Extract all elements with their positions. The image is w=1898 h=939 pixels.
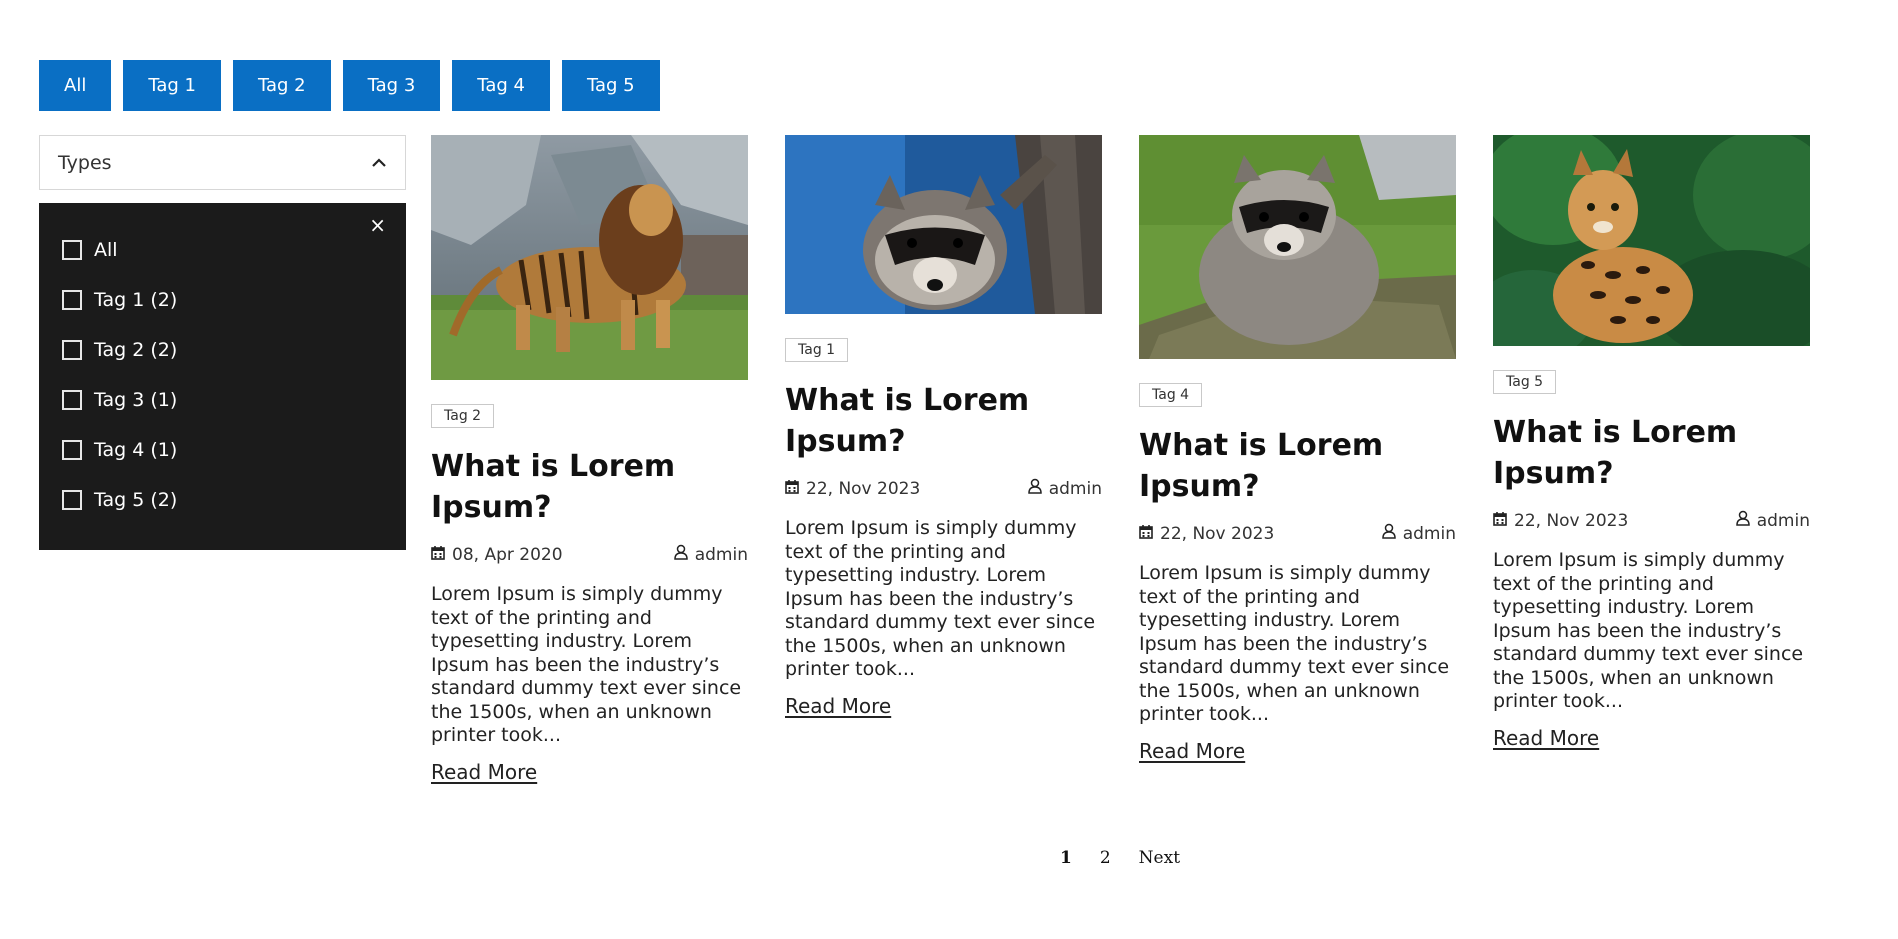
post-tag-badge[interactable]: Tag 2 xyxy=(431,404,495,428)
post-tag-badge[interactable]: Tag 5 xyxy=(1493,370,1557,394)
post-author[interactable]: admin xyxy=(1381,523,1456,544)
filter-option-label: Tag 1 (2) xyxy=(94,289,178,311)
filter-option-label: Tag 2 (2) xyxy=(94,339,178,361)
calendar-icon xyxy=(785,479,799,499)
user-icon xyxy=(1735,510,1750,531)
post-author-text: admin xyxy=(1756,510,1810,531)
post-author-text: admin xyxy=(1402,523,1456,544)
tag-button-3[interactable]: Tag 3 xyxy=(342,60,441,111)
pagination: 1 2 Next xyxy=(1060,848,1180,868)
types-filter-panel: × All Tag 1 (2) Tag 2 (2) Tag 3 (1) Tag … xyxy=(39,203,406,550)
post-excerpt: Lorem Ipsum is simply dummy text of the … xyxy=(431,583,742,746)
post-meta: 08, Apr 2020 admin xyxy=(431,544,748,565)
post-card: Tag 5 What is Lorem Ipsum? 22, Nov 2023 a… xyxy=(1493,135,1810,750)
filter-option-tag-5[interactable]: Tag 5 (2) xyxy=(62,475,406,525)
post-title-line-2: Ipsum? xyxy=(431,490,552,525)
read-more-link[interactable]: Read More xyxy=(431,760,537,784)
tag-filter-bar: All Tag 1 Tag 2 Tag 3 Tag 4 Tag 5 xyxy=(39,60,660,111)
filter-option-all[interactable]: All xyxy=(62,225,406,275)
page-1-link[interactable]: 1 xyxy=(1060,848,1072,868)
checkbox[interactable] xyxy=(62,440,82,460)
post-tag-badge[interactable]: Tag 1 xyxy=(785,338,849,362)
post-meta: 22, Nov 2023 admin xyxy=(1493,510,1810,531)
post-date: 22, Nov 2023 xyxy=(1493,511,1628,531)
post-meta: 22, Nov 2023 admin xyxy=(1139,523,1456,544)
filter-option-tag-2[interactable]: Tag 2 (2) xyxy=(62,325,406,375)
post-title-line-2: Ipsum? xyxy=(1493,456,1614,491)
read-more-link[interactable]: Read More xyxy=(785,694,891,718)
post-excerpt: Lorem Ipsum is simply dummy text of the … xyxy=(1493,549,1804,712)
post-excerpt: Lorem Ipsum is simply dummy text of the … xyxy=(1139,562,1450,725)
post-card: Tag 2 What is Lorem Ipsum? 08, Apr 2020 a… xyxy=(431,135,748,784)
post-author[interactable]: admin xyxy=(1027,478,1102,499)
next-page-link[interactable]: Next xyxy=(1139,848,1180,868)
checkbox[interactable] xyxy=(62,490,82,510)
tag-button-5[interactable]: Tag 5 xyxy=(561,60,660,111)
post-meta: 22, Nov 2023 admin xyxy=(785,478,1102,499)
post-image[interactable] xyxy=(1493,135,1810,346)
post-title[interactable]: What is Lorem Ipsum? xyxy=(785,380,1102,462)
post-card: Tag 1 What is Lorem Ipsum? 22, Nov 2023 a… xyxy=(785,135,1102,718)
checkbox[interactable] xyxy=(62,240,82,260)
read-more-link[interactable]: Read More xyxy=(1139,739,1245,763)
post-title-line-1: What is Lorem xyxy=(785,383,1030,418)
post-title-line-2: Ipsum? xyxy=(785,424,906,459)
checkbox[interactable] xyxy=(62,390,82,410)
tag-button-all[interactable]: All xyxy=(39,60,112,111)
filter-option-label: Tag 4 (1) xyxy=(94,439,178,461)
post-title-line-1: What is Lorem xyxy=(431,449,676,484)
types-dropdown-label: Types xyxy=(58,151,112,174)
post-date-text: 08, Apr 2020 xyxy=(452,544,563,565)
filter-option-label: Tag 5 (2) xyxy=(94,489,178,511)
post-author-text: admin xyxy=(694,544,748,565)
post-date: 22, Nov 2023 xyxy=(1139,524,1274,544)
filter-option-tag-3[interactable]: Tag 3 (1) xyxy=(62,375,406,425)
page-2-link[interactable]: 2 xyxy=(1100,848,1111,868)
post-author[interactable]: admin xyxy=(673,544,748,565)
checkbox[interactable] xyxy=(62,290,82,310)
post-date-text: 22, Nov 2023 xyxy=(806,478,921,499)
calendar-icon xyxy=(1493,511,1507,531)
tag-button-1[interactable]: Tag 1 xyxy=(123,60,221,111)
post-title-line-1: What is Lorem xyxy=(1139,428,1384,463)
post-date-text: 22, Nov 2023 xyxy=(1514,510,1629,531)
tag-button-4[interactable]: Tag 4 xyxy=(452,60,550,111)
post-image[interactable] xyxy=(1139,135,1456,359)
tag-button-2[interactable]: Tag 2 xyxy=(232,60,331,111)
chevron-up-icon xyxy=(371,155,387,171)
types-dropdown-toggle[interactable]: Types xyxy=(39,135,406,190)
post-title[interactable]: What is Lorem Ipsum? xyxy=(1139,425,1456,507)
filter-option-tag-1[interactable]: Tag 1 (2) xyxy=(62,275,406,325)
user-icon xyxy=(673,544,688,565)
calendar-icon xyxy=(1139,524,1153,544)
post-card: Tag 4 What is Lorem Ipsum? 22, Nov 2023 a… xyxy=(1139,135,1456,763)
post-title[interactable]: What is Lorem Ipsum? xyxy=(431,446,748,528)
checkbox[interactable] xyxy=(62,340,82,360)
post-title-line-2: Ipsum? xyxy=(1139,469,1260,504)
filter-option-label: All xyxy=(94,239,118,261)
post-excerpt: Lorem Ipsum is simply dummy text of the … xyxy=(785,517,1096,680)
post-image[interactable] xyxy=(785,135,1102,314)
post-author-text: admin xyxy=(1048,478,1102,499)
post-date: 22, Nov 2023 xyxy=(785,479,920,499)
post-title-line-1: What is Lorem xyxy=(1493,415,1738,450)
filter-option-label: Tag 3 (1) xyxy=(94,389,178,411)
post-image[interactable] xyxy=(431,135,748,380)
user-icon xyxy=(1027,478,1042,499)
post-tag-badge[interactable]: Tag 4 xyxy=(1139,383,1203,407)
post-date-text: 22, Nov 2023 xyxy=(1160,523,1275,544)
post-date: 08, Apr 2020 xyxy=(431,545,563,565)
calendar-icon xyxy=(431,545,445,565)
post-author[interactable]: admin xyxy=(1735,510,1810,531)
read-more-link[interactable]: Read More xyxy=(1493,726,1599,750)
post-title[interactable]: What is Lorem Ipsum? xyxy=(1493,412,1810,494)
user-icon xyxy=(1381,523,1396,544)
filter-option-tag-4[interactable]: Tag 4 (1) xyxy=(62,425,406,475)
close-icon[interactable]: × xyxy=(369,215,386,235)
